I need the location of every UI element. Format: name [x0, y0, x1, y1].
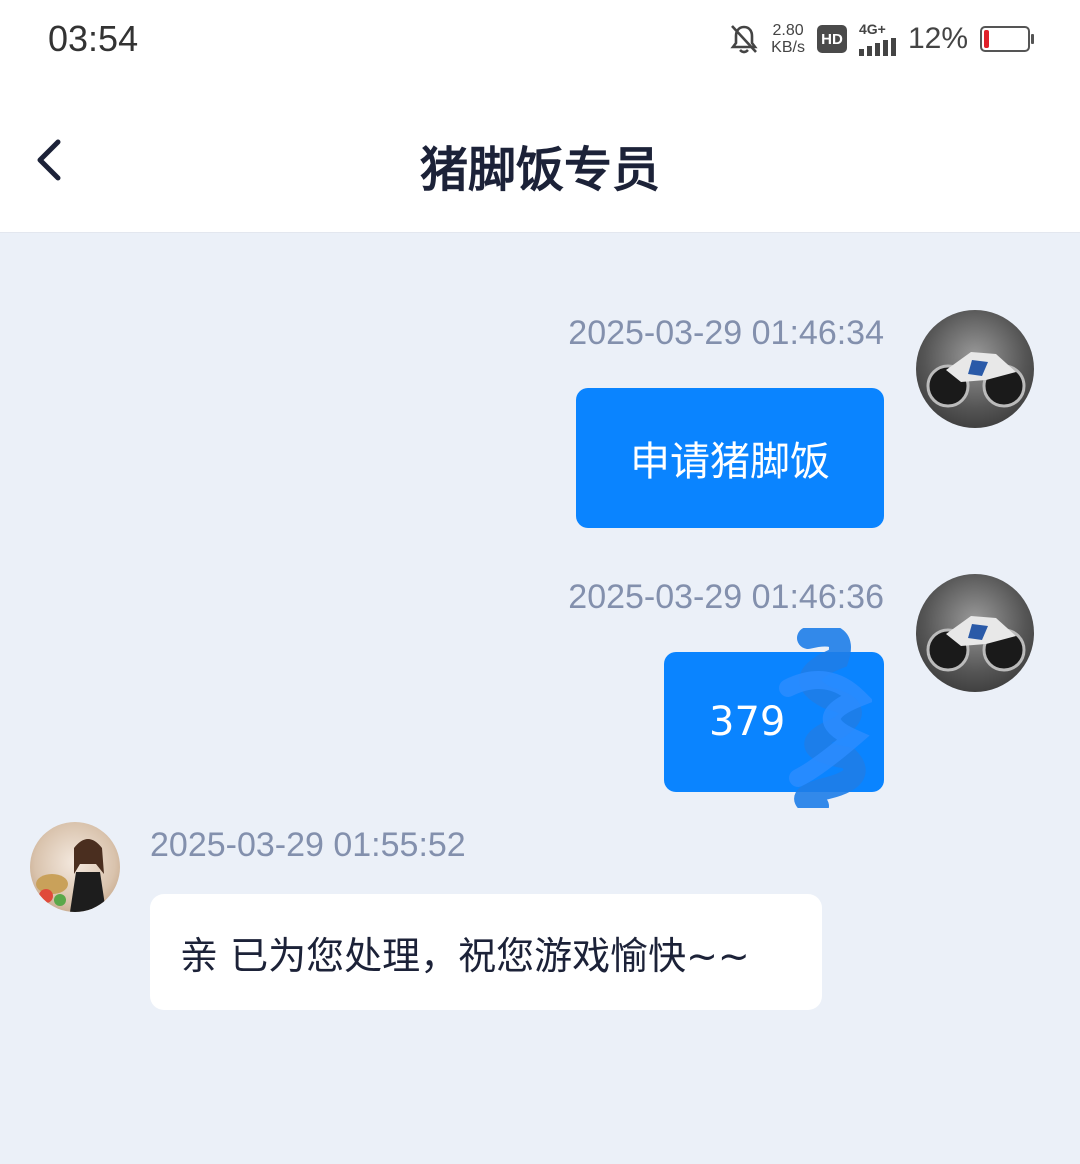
status-bar: 03:54 2.80 KB/s HD 4G+ 12% — [0, 0, 1080, 86]
message-timestamp: 2025-03-29 01:46:36 — [568, 578, 884, 616]
signal-icon: 4G+ — [858, 21, 896, 56]
message-text: 申请猪脚饭 — [630, 439, 830, 485]
message-timestamp: 2025-03-29 01:46:34 — [568, 314, 884, 352]
message-timestamp: 2025-03-29 01:55:52 — [150, 826, 466, 864]
speed-unit: KB/s — [771, 39, 805, 56]
battery-percent: 12% — [907, 22, 968, 55]
status-icons: 2.80 KB/s HD 4G+ 12% — [729, 21, 1034, 56]
motorcycle-avatar[interactable] — [916, 310, 1034, 428]
redaction-scribble — [779, 628, 872, 808]
motorcycle-avatar[interactable] — [916, 574, 1034, 692]
network-type: 4G+ — [858, 21, 886, 37]
battery-icon — [980, 26, 1034, 52]
agent-avatar[interactable] — [30, 822, 120, 912]
chat-header: 猪脚饭专员 — [0, 86, 1080, 233]
page-title: 猪脚饭专员 — [419, 142, 660, 198]
network-speed: 2.80 KB/s — [771, 22, 805, 56]
mute-bell-icon — [730, 25, 758, 54]
message-bubble-outgoing[interactable]: 申请猪脚饭 — [576, 388, 884, 528]
message-text: 亲 已为您处理，祝您游戏愉快~~ — [180, 933, 750, 978]
speed-value: 2.80 — [772, 22, 804, 39]
battery-level-fill — [984, 30, 989, 48]
status-time: 03:54 — [48, 18, 139, 59]
hd-icon: HD — [816, 25, 847, 53]
message-bubble-incoming[interactable]: 亲 已为您处理，祝您游戏愉快~~ — [150, 894, 822, 1010]
